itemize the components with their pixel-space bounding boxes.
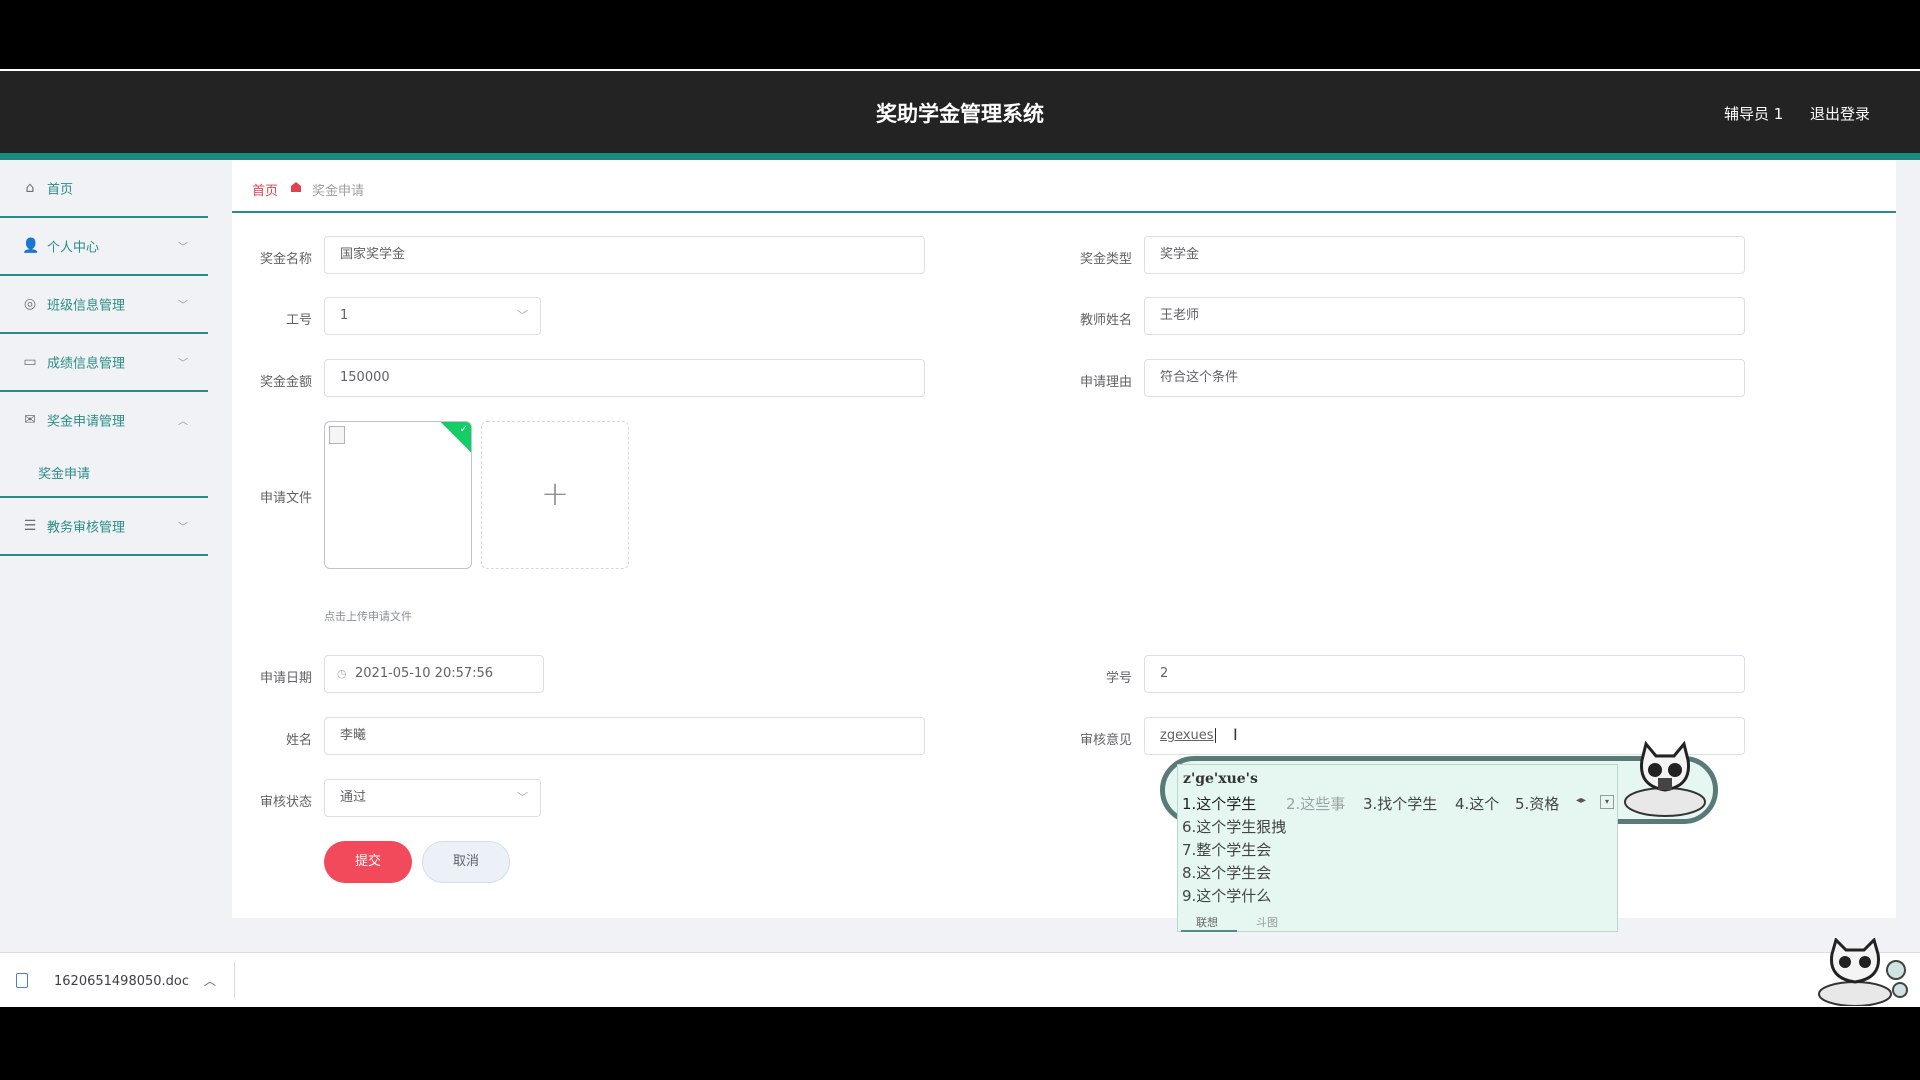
ime-tab-association[interactable]: 联想 [1196, 914, 1218, 930]
apply-date-label: 申请日期 [259, 671, 312, 686]
name-label: 姓名 [285, 733, 312, 748]
cancel-button[interactable]: 取消 [422, 841, 510, 883]
apply-date-value: 2021-05-10 20:57:56 [355, 666, 494, 681]
apply-date-picker[interactable]: ◷ 2021-05-10 20:57:56 [324, 655, 544, 693]
mail-icon: ✉ [24, 412, 36, 428]
award-type-input[interactable]: 奖学金 [1144, 236, 1745, 274]
chevron-down-icon: ﹀ [178, 522, 188, 534]
ime-candidate[interactable]: 5.资格 [1515, 793, 1559, 814]
submit-button[interactable]: 提交 [324, 841, 412, 883]
staff-id-select[interactable]: 1 ﹀ [324, 297, 541, 335]
reason-label: 申请理由 [1079, 375, 1132, 390]
teacher-name-input[interactable]: 王老师 [1144, 297, 1745, 335]
teacher-name-label: 教师姓名 [1079, 313, 1132, 328]
chevron-down-icon: ﹀ [178, 300, 188, 312]
text-cursor-icon: I [1233, 725, 1238, 744]
chevron-up-icon[interactable]: ︿ [204, 972, 216, 989]
sidebar-item-label: 成绩信息管理 [47, 356, 126, 372]
staff-id-value: 1 [340, 308, 349, 323]
header-accent-bar [0, 153, 1920, 160]
name-input[interactable]: 李曦 [324, 717, 925, 755]
ime-candidate[interactable]: 2.这些事 [1286, 793, 1345, 814]
award-type-label: 奖金类型 [1079, 252, 1132, 267]
sidebar-item-award-application[interactable]: ✉ 奖金申请管理 ︿ 奖金申请 [0, 392, 208, 498]
chevron-down-icon: ﹀ [178, 242, 188, 254]
ime-candidate[interactable]: 3.找个学生 [1363, 793, 1437, 814]
home-icon: ⌂ [25, 180, 35, 196]
sidebar-item-label: 教务审核管理 [47, 520, 126, 536]
download-bar [0, 952, 1920, 1008]
file-label: 申请文件 [259, 491, 312, 506]
ime-menu-icon[interactable]: ▾ [1600, 795, 1614, 809]
ime-mascot-icon [1624, 740, 1706, 817]
breadcrumb-current: 奖金申请 [312, 184, 365, 199]
sidebar-item-label: 班级信息管理 [47, 298, 126, 314]
sidebar-item-label: 奖金申请管理 [47, 414, 126, 430]
sidebar-item-grades[interactable]: ▭ 成绩信息管理 ﹀ [0, 334, 208, 392]
chevron-up-icon: ︿ [178, 416, 188, 428]
document-icon [16, 973, 28, 988]
sidebar-item-class-info[interactable]: ◎ 班级信息管理 ﹀ [0, 276, 208, 334]
student-no-input[interactable]: 2 [1144, 655, 1745, 693]
user-icon: 👤 [22, 238, 40, 254]
amount-label: 奖金金额 [259, 375, 312, 390]
ime-candidate[interactable]: 4.这个 [1455, 793, 1499, 814]
logout-link[interactable]: 退出登录 [1810, 103, 1870, 124]
award-name-label: 奖金名称 [259, 252, 312, 267]
chat-icon: ▭ [23, 354, 37, 370]
sidebar: ⌂ 首页 👤 个人中心 ﹀ ◎ 班级信息管理 ﹀ ▭ 成绩信息管理 ﹀ ✉ 奖金… [0, 160, 208, 952]
sidebar-item-profile[interactable]: 👤 个人中心 ﹀ [0, 218, 208, 276]
uploaded-file-thumbnail[interactable]: ✓ [324, 421, 472, 569]
ime-tab-sticker[interactable]: 斗图 [1256, 914, 1278, 930]
amount-input[interactable]: 150000 [324, 359, 925, 397]
sidebar-subitem-award-apply[interactable]: 奖金申请 [38, 463, 90, 482]
review-status-label: 审核状态 [259, 795, 312, 810]
ime-pinyin: z'ge'xue's [1183, 771, 1258, 787]
ime-candidate[interactable]: 7.整个学生会 [1182, 839, 1271, 860]
ime-candidate[interactable]: 9.这个学什么 [1182, 885, 1271, 906]
reason-input[interactable]: 符合这个条件 [1144, 359, 1745, 397]
award-name-input[interactable]: 国家奖学金 [324, 236, 925, 274]
upload-add-button[interactable]: + [481, 421, 629, 569]
sidebar-item-label: 个人中心 [47, 240, 100, 256]
upload-tip: 点击上传申请文件 [324, 610, 412, 623]
review-opinion-label: 审核意见 [1079, 733, 1132, 748]
review-status-value: 通过 [340, 790, 367, 805]
broken-image-icon [329, 426, 345, 444]
breadcrumb [232, 160, 1896, 213]
download-divider [234, 962, 235, 998]
check-icon: ✓ [459, 424, 468, 435]
download-filename[interactable]: 1620651498050.doc [54, 974, 189, 989]
student-no-label: 学号 [1105, 671, 1132, 686]
breadcrumb-home[interactable]: 首页 [252, 180, 278, 199]
screen-bottom-border [0, 1007, 1920, 1080]
chevron-down-icon: ﹀ [517, 791, 528, 804]
circle-icon: ◎ [23, 296, 37, 312]
sidebar-item-home[interactable]: ⌂ 首页 [0, 160, 208, 218]
sidebar-item-label: 首页 [47, 182, 74, 198]
ime-tab-indicator [1181, 930, 1237, 932]
ime-candidate[interactable]: 8.这个学生会 [1182, 862, 1271, 883]
app-title: 奖助学金管理系统 [876, 102, 1044, 126]
plus-icon: + [540, 474, 570, 514]
clock-icon: ◷ [337, 667, 347, 680]
sidebar-item-academic-review[interactable]: ☰ 教务审核管理 ﹀ [0, 498, 208, 556]
ime-candidate[interactable]: 6.这个学生狠拽 [1182, 816, 1286, 837]
ime-candidate[interactable]: 1.这个学生 [1182, 793, 1256, 814]
chevron-down-icon: ﹀ [517, 309, 528, 322]
chevron-down-icon: ﹀ [178, 358, 188, 370]
list-icon: ☰ [23, 518, 37, 534]
review-opinion-composing-text: zgexues [1160, 728, 1216, 743]
staff-id-label: 工号 [285, 313, 312, 328]
review-status-select[interactable]: 通过 ﹀ [324, 779, 541, 817]
current-user: 辅导员 1 [1724, 105, 1784, 123]
ime-floating-mascot-icon[interactable] [1810, 938, 1915, 1006]
ime-page-arrows-icon[interactable]: ◂▸ [1576, 795, 1586, 806]
